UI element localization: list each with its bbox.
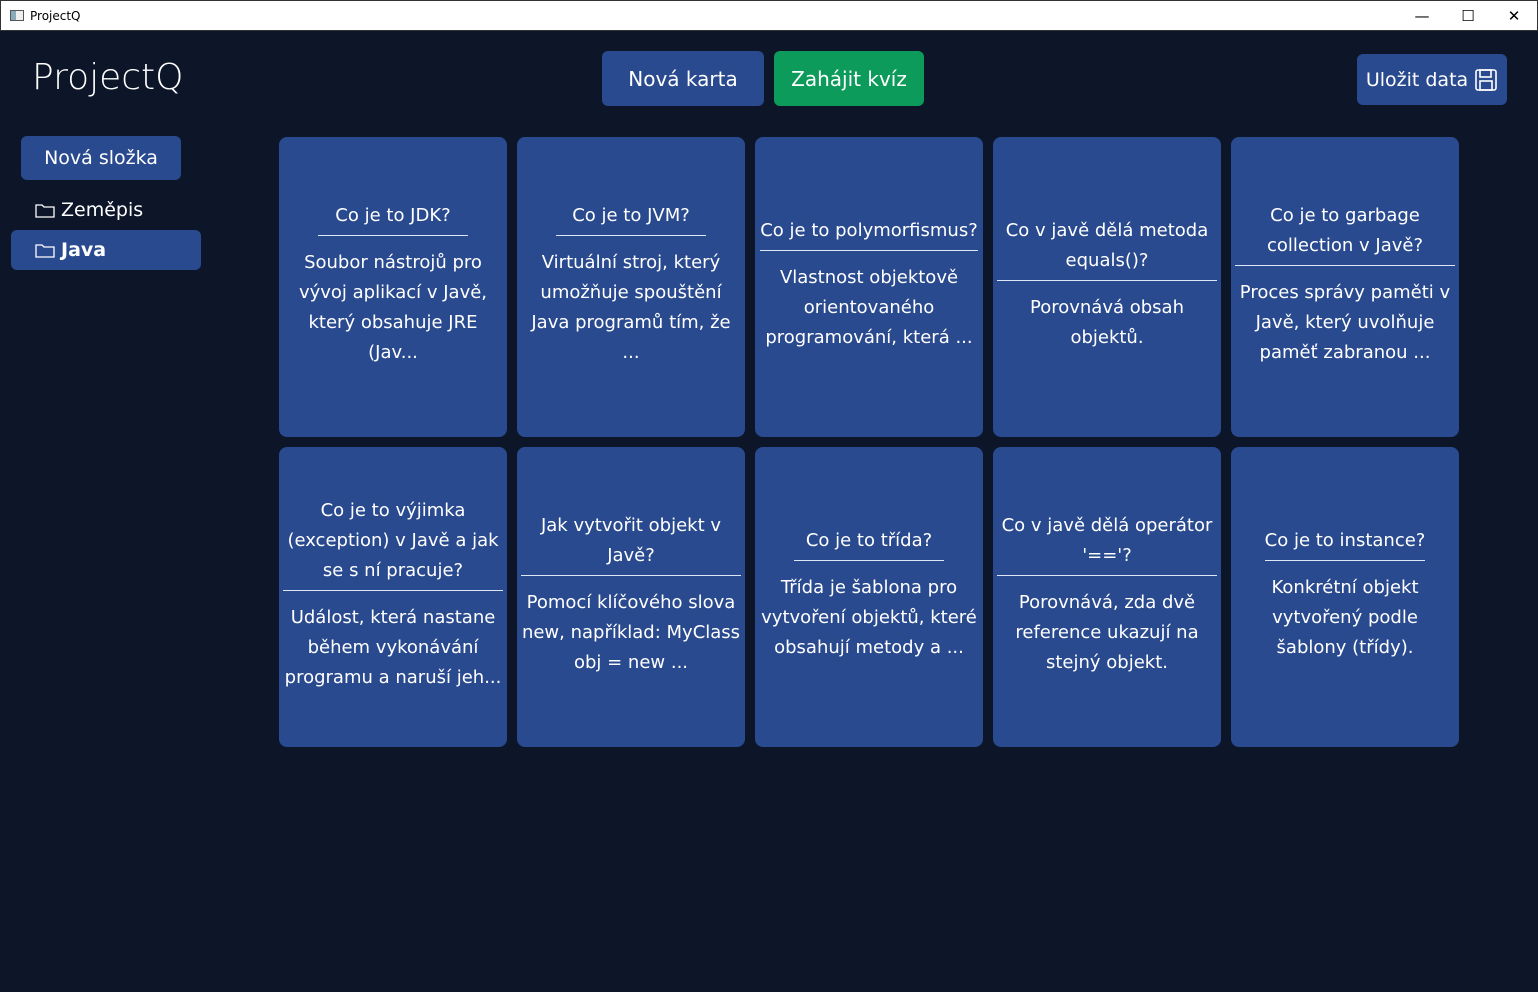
save-icon — [1475, 68, 1497, 91]
folder-list: Zeměpis Java — [11, 190, 201, 270]
app-brand: ProjectQ — [32, 57, 184, 98]
card-question: Co v javě dělá metoda equals()? — [997, 216, 1217, 281]
flashcard[interactable]: Co je to polymorfismus? Vlastnost objekto… — [755, 137, 983, 437]
flashcard[interactable]: Co je to JVM? Virtuální stroj, který umož… — [517, 137, 745, 437]
minimize-icon[interactable]: — — [1399, 1, 1445, 30]
flashcard[interactable]: Co je to výjimka (exception) v Javě a ja… — [279, 447, 507, 747]
new-folder-label: Nová složka — [44, 147, 158, 169]
card-question: Co je to polymorfismus? — [760, 216, 978, 251]
maximize-icon[interactable]: ☐ — [1445, 1, 1491, 30]
new-folder-button[interactable]: Nová složka — [21, 136, 181, 180]
folder-icon — [35, 204, 55, 218]
app-main: ProjectQ Nová karta Zahájit kvíz Uložit … — [0, 31, 1538, 992]
card-answer: Soubor nástrojů pro vývoj aplikací v Jav… — [298, 251, 488, 363]
card-question: Jak vytvořit objekt v Javě? — [521, 511, 741, 576]
card-answer: Událost, která nastane během vykonávání … — [284, 606, 502, 688]
new-card-button[interactable]: Nová karta — [602, 51, 764, 106]
card-answer: Virtuální stroj, který umožňuje spouštěn… — [531, 251, 731, 363]
flashcard[interactable]: Co je to garbage collection v Javě? Proce… — [1231, 137, 1459, 437]
save-data-label: Uložit data — [1365, 68, 1469, 91]
start-quiz-label: Zahájit kvíz — [791, 66, 907, 91]
card-answer: Vlastnost objektově orientovaného progra… — [765, 266, 973, 348]
card-answer: Konkrétní objekt vytvořený podle šablony… — [1271, 576, 1419, 658]
card-question: Co je to třída? — [794, 526, 944, 561]
folder-label: Java — [61, 239, 107, 261]
card-question: Co je to JDK? — [318, 201, 468, 236]
save-data-button[interactable]: Uložit data — [1357, 54, 1507, 105]
folder-icon — [35, 244, 55, 258]
app-icon — [10, 10, 24, 21]
card-grid: Co je to JDK? Soubor nástrojů pro vývoj a… — [279, 137, 1459, 747]
flashcard[interactable]: Co je to třída? Třída je šablona pro vytv… — [755, 447, 983, 747]
flashcard[interactable]: Co v javě dělá metoda equals()? Porovnává… — [993, 137, 1221, 437]
folder-item[interactable]: Java — [11, 230, 201, 270]
flashcard[interactable]: Co je to instance? Konkrétní objekt vytvo… — [1231, 447, 1459, 747]
close-icon[interactable]: ✕ — [1491, 1, 1537, 30]
window-controls: — ☐ ✕ — [1399, 1, 1537, 30]
card-answer: Pomocí klíčového slova new, například: M… — [521, 591, 741, 673]
flashcard[interactable]: Co je to JDK? Soubor nástrojů pro vývoj a… — [279, 137, 507, 437]
card-answer: Porovnává, zda dvě reference ukazují na … — [1015, 591, 1199, 673]
card-answer: Třída je šablona pro vytvoření objektů, … — [761, 576, 977, 658]
card-question: Co je to výjimka (exception) v Javě a ja… — [283, 496, 503, 591]
folder-label: Zeměpis — [61, 199, 144, 221]
card-answer: Porovnává obsah objektů. — [1030, 296, 1184, 348]
start-quiz-button[interactable]: Zahájit kvíz — [774, 51, 924, 106]
window-title: ProjectQ — [30, 8, 81, 23]
flashcard[interactable]: Jak vytvořit objekt v Javě? Pomocí klíčov… — [517, 447, 745, 747]
flashcard[interactable]: Co v javě dělá operátor '=='? Porovnává, … — [993, 447, 1221, 747]
card-question: Co je to instance? — [1264, 526, 1426, 561]
card-question: Co je to JVM? — [556, 201, 706, 236]
card-answer: Proces správy paměti v Javě, který uvolň… — [1239, 281, 1451, 363]
new-card-label: Nová karta — [628, 66, 738, 91]
folder-item[interactable]: Zeměpis — [11, 190, 201, 230]
card-question: Co je to garbage collection v Javě? — [1235, 201, 1455, 266]
window-titlebar: ProjectQ — ☐ ✕ — [0, 0, 1538, 31]
card-question: Co v javě dělá operátor '=='? — [997, 511, 1217, 576]
